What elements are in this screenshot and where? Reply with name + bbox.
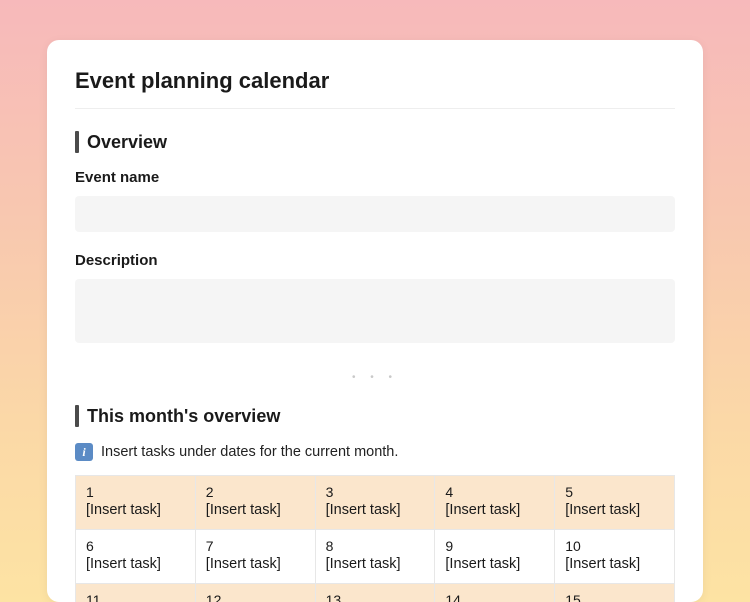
calendar-cell[interactable]: 2 [Insert task] bbox=[195, 476, 315, 530]
info-text: Insert tasks under dates for the current… bbox=[101, 444, 398, 460]
heading-bar-icon bbox=[75, 405, 79, 427]
calendar-row: 1 [Insert task] 2 [Insert task] 3 [Insert t… bbox=[76, 476, 675, 530]
day-number: 3 bbox=[326, 484, 425, 500]
day-number: 5 bbox=[565, 484, 664, 500]
event-name-label: Event name bbox=[75, 169, 675, 186]
description-label: Description bbox=[75, 252, 675, 269]
task-placeholder: [Insert task] bbox=[206, 556, 305, 572]
calendar-cell[interactable]: 7 [Insert task] bbox=[195, 530, 315, 584]
document-inner: Event planning calendar Overview Event n… bbox=[47, 68, 703, 602]
day-number: 12 bbox=[206, 592, 305, 602]
divider-dots-icon: • • • bbox=[75, 372, 675, 383]
calendar-cell[interactable]: 12[Insert task] bbox=[195, 584, 315, 602]
event-name-input[interactable] bbox=[75, 196, 675, 232]
task-placeholder: [Insert task] bbox=[86, 556, 185, 572]
section-overview-label: Overview bbox=[87, 132, 167, 153]
day-number: 10 bbox=[565, 538, 664, 554]
calendar-cell[interactable]: 9 [Insert task] bbox=[435, 530, 555, 584]
task-placeholder: [Insert task] bbox=[445, 502, 544, 518]
calendar-cell[interactable]: 15[Insert task] bbox=[555, 584, 675, 602]
document-card: Event planning calendar Overview Event n… bbox=[47, 40, 703, 602]
info-icon: i bbox=[75, 443, 93, 461]
day-number: 11 bbox=[86, 592, 185, 602]
calendar-body: 1 [Insert task] 2 [Insert task] 3 [Insert t… bbox=[76, 476, 675, 602]
calendar-cell[interactable]: 14[Insert task] bbox=[435, 584, 555, 602]
page-title: Event planning calendar bbox=[75, 68, 675, 109]
calendar-cell[interactable]: 8 [Insert task] bbox=[315, 530, 435, 584]
calendar-cell[interactable]: 4 [Insert task] bbox=[435, 476, 555, 530]
task-placeholder: [Insert task] bbox=[206, 502, 305, 518]
day-number: 2 bbox=[206, 484, 305, 500]
day-number: 9 bbox=[445, 538, 544, 554]
task-placeholder: [Insert task] bbox=[565, 556, 664, 572]
calendar-cell[interactable]: 11[Insert task] bbox=[76, 584, 196, 602]
calendar-cell[interactable]: 5 [Insert task] bbox=[555, 476, 675, 530]
day-number: 1 bbox=[86, 484, 185, 500]
calendar-cell[interactable]: 13[Insert task] bbox=[315, 584, 435, 602]
description-input[interactable] bbox=[75, 279, 675, 343]
calendar-cell[interactable]: 10 [Insert task] bbox=[555, 530, 675, 584]
heading-bar-icon bbox=[75, 131, 79, 153]
calendar-table: 1 [Insert task] 2 [Insert task] 3 [Insert t… bbox=[75, 475, 675, 602]
calendar-row: 11[Insert task] 12[Insert task] 13[Inser… bbox=[76, 584, 675, 602]
day-number: 6 bbox=[86, 538, 185, 554]
task-placeholder: [Insert task] bbox=[86, 502, 185, 518]
calendar-row: 6 [Insert task] 7 [Insert task] 8 [Insert t… bbox=[76, 530, 675, 584]
calendar-cell[interactable]: 6 [Insert task] bbox=[76, 530, 196, 584]
task-placeholder: [Insert task] bbox=[326, 502, 425, 518]
task-placeholder: [Insert task] bbox=[565, 502, 664, 518]
task-placeholder: [Insert task] bbox=[326, 556, 425, 572]
day-number: 7 bbox=[206, 538, 305, 554]
section-month-label: This month's overview bbox=[87, 406, 280, 427]
section-month-heading: This month's overview bbox=[75, 405, 675, 427]
section-overview-heading: Overview bbox=[75, 131, 675, 153]
day-number: 4 bbox=[445, 484, 544, 500]
calendar-cell[interactable]: 1 [Insert task] bbox=[76, 476, 196, 530]
calendar-cell[interactable]: 3 [Insert task] bbox=[315, 476, 435, 530]
day-number: 8 bbox=[326, 538, 425, 554]
day-number: 15 bbox=[565, 592, 664, 602]
day-number: 14 bbox=[445, 592, 544, 602]
day-number: 13 bbox=[326, 592, 425, 602]
info-line: i Insert tasks under dates for the curre… bbox=[75, 443, 675, 461]
task-placeholder: [Insert task] bbox=[445, 556, 544, 572]
